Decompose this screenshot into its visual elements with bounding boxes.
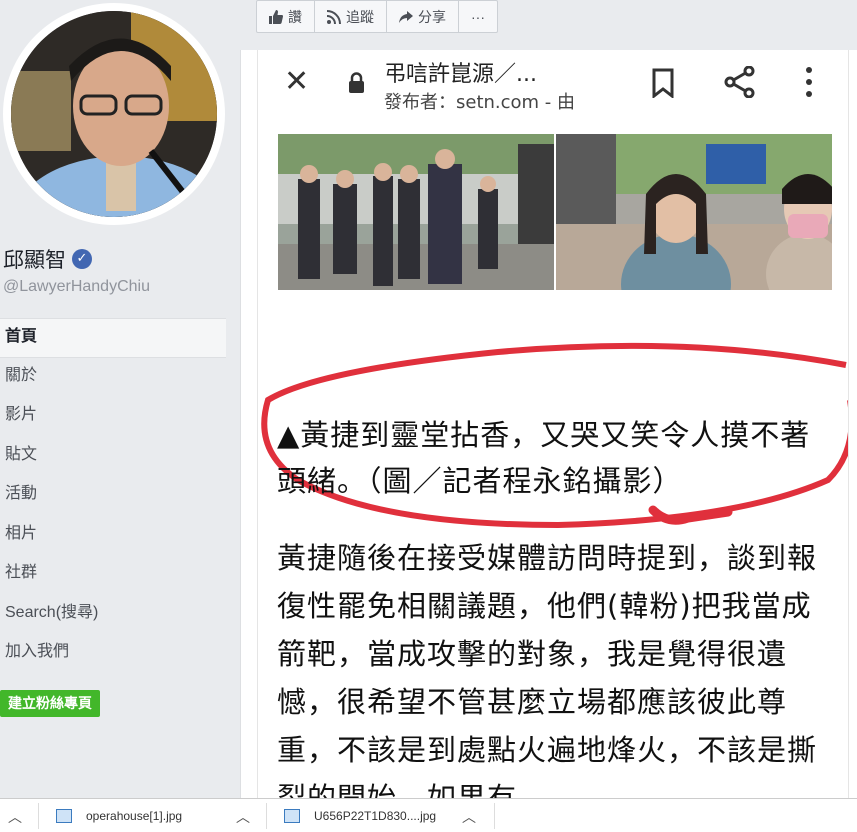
nav-item-join-us[interactable]: 加入我們 [0,634,226,674]
more-dots-icon: ··· [471,8,485,25]
profile-picture-frame [3,3,225,225]
share-icon [724,66,755,98]
page-name-text: 邱顯智 [3,248,66,272]
bookmark-icon [652,68,674,98]
nav-item-about[interactable]: 關於 [0,358,226,398]
download-bar: ︿ operahouse[1].jpg ︿ U656P22T1D830....j… [0,798,857,832]
avatar[interactable] [11,11,217,217]
nav-item-videos[interactable]: 影片 [0,397,226,437]
mobile-browser-bar: ✕ 弔唁許崑源／... 發布者：setn.com - 由 [258,50,848,118]
create-page-button[interactable]: 建立粉絲專頁 [0,690,100,717]
image-file-icon [56,809,72,823]
post-card: ✕ 弔唁許崑源／... 發布者：setn.com - 由 ▲黃捷到靈堂拈香，又哭… [240,50,857,798]
download-separator [494,803,495,829]
news-photo-left [278,134,554,290]
url-publisher: 發布者：setn.com - 由 [384,92,576,113]
news-photo-right [556,134,832,290]
download-item-1[interactable]: operahouse[1].jpg [56,799,182,832]
download-separator [266,803,267,829]
share-arrow-icon [399,10,413,23]
follow-button[interactable]: 追蹤 [315,1,387,32]
nav-item-community[interactable]: 社群 [0,555,226,595]
facebook-page: 邱顯智 ✓ @LawyerHandyChiu 首頁 關於 影片 貼文 活動 相片… [0,0,857,832]
rss-follow-icon [327,9,341,24]
page-username[interactable]: @LawyerHandyChiu [3,278,150,296]
page-name[interactable]: 邱顯智 ✓ [3,244,92,274]
news-photos [278,134,832,290]
like-label: 讚 [288,8,302,25]
more-options-button[interactable]: ··· [459,1,497,32]
download-menu-chevron-icon[interactable]: ︿ [462,807,476,827]
nav-item-home[interactable]: 首頁 [0,318,226,358]
like-button[interactable]: 讚 [257,1,315,32]
download-filename: U656P22T1D830....jpg [314,809,437,823]
share-label: 分享 [418,8,446,25]
kebab-menu-icon [806,67,812,97]
follow-label: 追蹤 [346,8,374,25]
close-icon: ✕ [284,64,310,99]
nav-item-posts[interactable]: 貼文 [0,437,226,477]
page-action-bar: 讚 追蹤 分享 ··· [256,0,498,33]
page-nav: 首頁 關於 影片 貼文 活動 相片 社群 Search(搜尋) 加入我們 [0,318,226,674]
verified-badge-icon: ✓ [72,249,92,269]
lock-icon [349,72,364,93]
share-button[interactable]: 分享 [387,1,459,32]
nav-item-photos[interactable]: 相片 [0,516,226,556]
shared-screenshot[interactable]: ✕ 弔唁許崑源／... 發布者：setn.com - 由 ▲黃捷到靈堂拈香，又哭… [257,50,849,798]
url-title: 弔唁許崑源／... [384,62,537,87]
photo-caption: ▲黃捷到靈堂拈香，又哭又笑令人摸不著頭緒。（圖／記者程永銘攝影） [277,418,811,498]
chevron-up-icon[interactable]: ︿ [8,807,22,827]
article-body: 黃捷隨後在接受媒體訪問時提到，談到報復性罷免相關議題，他們(韓粉)把我當成箭靶，… [277,541,818,798]
left-sidebar: 邱顯智 ✓ @LawyerHandyChiu 首頁 關於 影片 貼文 活動 相片… [0,0,240,798]
download-menu-chevron-icon[interactable]: ︿ [236,807,250,827]
download-filename: operahouse[1].jpg [86,809,183,823]
nav-item-events[interactable]: 活動 [0,476,226,516]
download-item-2[interactable]: U656P22T1D830....jpg [284,799,436,832]
image-file-icon [284,809,300,823]
thumbs-up-icon [269,9,283,24]
nav-item-search[interactable]: Search(搜尋) [0,595,226,635]
download-separator [38,803,39,829]
